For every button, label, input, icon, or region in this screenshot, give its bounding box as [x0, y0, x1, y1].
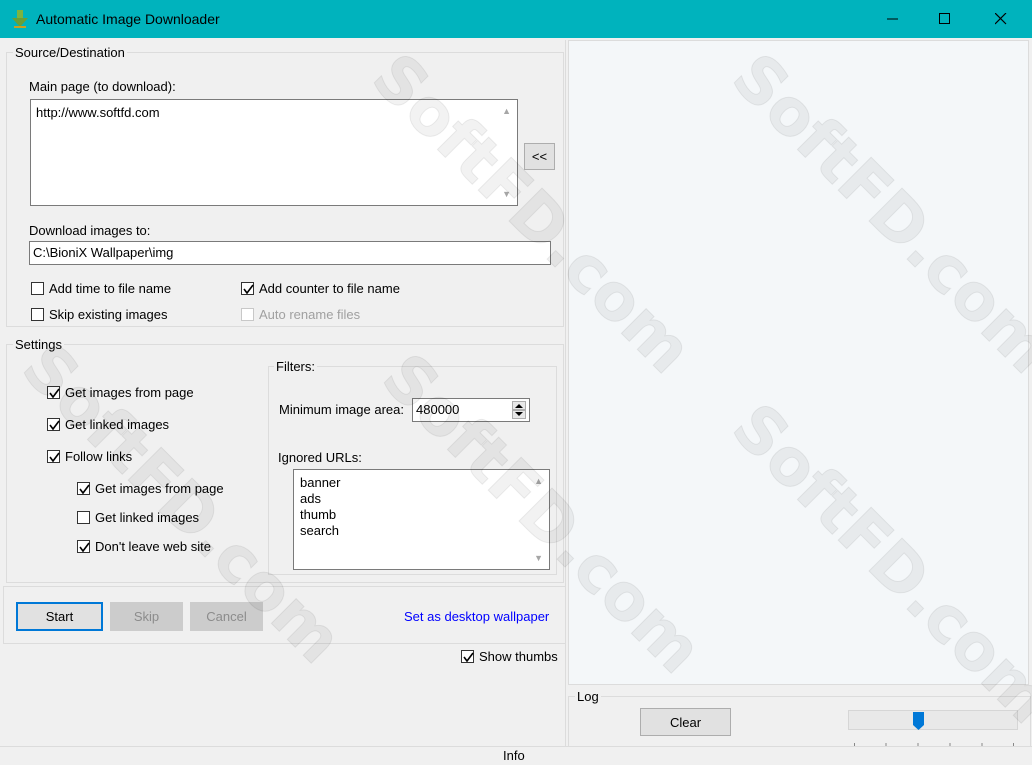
auto-rename-checkbox — [241, 308, 254, 321]
scroll-up-icon[interactable]: ▲ — [534, 476, 543, 486]
checkmark-icon — [49, 388, 60, 399]
image-preview-area[interactable] — [568, 40, 1029, 685]
title-bar[interactable]: Automatic Image Downloader — [0, 0, 1032, 38]
pane-divider[interactable] — [565, 40, 566, 746]
ignored-urls-list: banner ads thumb search — [300, 475, 340, 539]
window-title: Automatic Image Downloader — [36, 11, 220, 27]
slider-ticks — [854, 735, 1014, 747]
min-area-input[interactable]: 480000 — [412, 398, 530, 422]
spinner-arrows-icon — [512, 401, 526, 419]
main-page-value: http://www.softfd.com — [36, 105, 160, 120]
download-arrow-icon — [10, 9, 30, 29]
ignored-url: ads — [300, 491, 321, 506]
add-counter-label: Add counter to file name — [259, 281, 400, 296]
download-path-input[interactable]: C:\BioniX Wallpaper\img — [29, 241, 551, 265]
clear-button[interactable]: Clear — [640, 708, 731, 736]
start-button[interactable]: Start — [16, 602, 103, 631]
slider-thumb[interactable] — [912, 712, 924, 730]
main-page-label: Main page (to download): — [29, 79, 176, 94]
minimize-icon — [887, 18, 898, 20]
close-button[interactable] — [978, 0, 1024, 38]
get-images-label: Get images from page — [65, 385, 194, 400]
checkmark-icon — [463, 652, 474, 663]
dont-leave-checkbox[interactable] — [77, 540, 90, 553]
sub-get-images-label: Get images from page — [95, 481, 224, 496]
sub-get-linked-label: Get linked images — [95, 510, 200, 525]
sub-get-images-checkbox[interactable] — [77, 482, 90, 495]
scroll-down-icon[interactable]: ▼ — [534, 553, 543, 563]
source-group-label: Source/Destination — [13, 45, 127, 60]
cancel-button[interactable]: Cancel — [190, 602, 263, 631]
skip-button[interactable]: Skip — [110, 602, 183, 631]
set-wallpaper-link[interactable]: Set as desktop wallpaper — [404, 609, 549, 624]
scroll-up-icon[interactable]: ▲ — [502, 106, 511, 116]
checkmark-icon — [49, 420, 60, 431]
min-area-label: Minimum image area: — [279, 402, 404, 417]
filters-group-label: Filters: — [274, 359, 317, 374]
status-info: Info — [503, 748, 525, 763]
log-group-label: Log — [575, 689, 601, 704]
settings-group-label: Settings — [13, 337, 64, 352]
back-button[interactable]: << — [524, 143, 555, 170]
maximize-icon — [939, 13, 950, 24]
follow-links-label: Follow links — [65, 449, 133, 464]
ignored-url: banner — [300, 475, 341, 490]
minimize-button[interactable] — [870, 0, 916, 38]
get-images-checkbox[interactable] — [47, 386, 60, 399]
ignored-urls-textarea[interactable]: banner ads thumb search ▲ ▼ — [293, 469, 550, 570]
slider-thumb-icon — [912, 712, 924, 730]
zoom-slider[interactable] — [848, 710, 1018, 730]
ignored-url: thumb — [300, 507, 337, 522]
checkmark-icon — [79, 542, 90, 553]
get-linked-checkbox[interactable] — [47, 418, 60, 431]
show-thumbs-checkbox[interactable] — [461, 650, 474, 663]
add-counter-checkbox[interactable] — [241, 282, 254, 295]
auto-rename-label: Auto rename files — [259, 307, 361, 322]
main-page-textarea[interactable]: http://www.softfd.com ▲ ▼ — [30, 99, 518, 206]
add-time-checkbox[interactable] — [31, 282, 44, 295]
checkmark-icon — [79, 484, 90, 495]
follow-links-checkbox[interactable] — [47, 450, 60, 463]
skip-existing-label: Skip existing images — [49, 307, 168, 322]
download-label: Download images to: — [29, 223, 151, 238]
maximize-button[interactable] — [922, 0, 968, 38]
sub-get-linked-checkbox[interactable] — [77, 511, 90, 524]
ignored-urls-label: Ignored URLs: — [278, 450, 362, 465]
min-area-value: 480000 — [416, 402, 460, 417]
min-area-spinner[interactable] — [512, 401, 526, 419]
show-thumbs-label: Show thumbs — [479, 649, 558, 664]
close-icon — [995, 13, 1007, 25]
checkmark-icon — [49, 452, 60, 463]
get-linked-label: Get linked images — [65, 417, 170, 432]
scroll-down-icon[interactable]: ▼ — [502, 189, 511, 199]
skip-existing-checkbox[interactable] — [31, 308, 44, 321]
add-time-label: Add time to file name — [49, 281, 172, 296]
ignored-url: search — [300, 523, 340, 538]
checkmark-icon — [243, 284, 254, 295]
dont-leave-label: Don't leave web site — [95, 539, 211, 554]
